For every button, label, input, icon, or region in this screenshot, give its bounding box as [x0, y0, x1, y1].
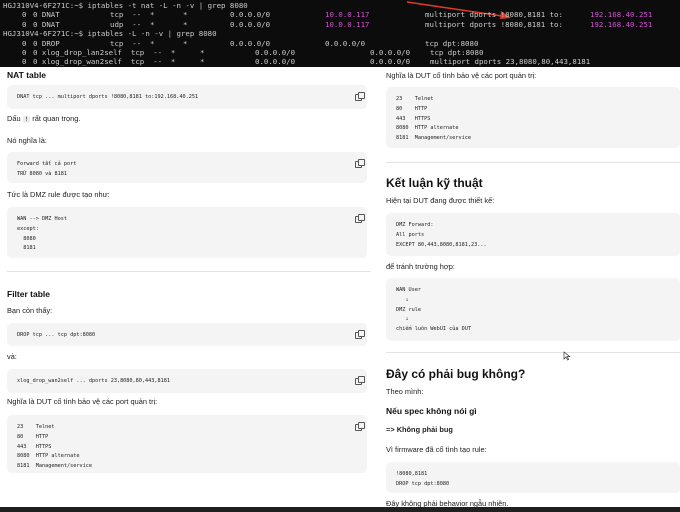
terminal-cell: tcp -- * [110, 38, 155, 48]
code-text: DMZ Forward: All ports EXCEPT 80,443,808… [396, 222, 487, 248]
terminal-output-line: 0 0 xlog_drop_lan2self tcp -- * * 0.0.0.0/0… [0, 48, 680, 57]
khong-phai-bug: => Không phải bug [386, 425, 453, 434]
va-text: và: [7, 352, 17, 361]
terminal-cell: 0 DNAT [33, 19, 60, 29]
copy-icon[interactable] [355, 159, 365, 168]
terminal-cell: 0.0.0.0/0 [230, 10, 271, 20]
code-block-ports: 23 Telnet 80 HTTP 443 HTTPS 8080 HTTP al… [7, 415, 367, 473]
terminal-cell: 10.0.0.117 [325, 19, 370, 29]
terminal-cell: multiport dports !8080,8181 to: [425, 10, 563, 20]
terminal-output-line: 0 0 DNAT tcp -- * * 0.0.0.0/0 10.0.0.117 multi… [0, 10, 680, 19]
terminal-window: HGJ310V4-6F271C:~$ iptables -t nat -L -n… [0, 0, 680, 67]
terminal-cell: tcp dpt:8080 [425, 38, 479, 48]
ket-luan-heading: Kết luận kỹ thuật [386, 176, 483, 190]
mouse-cursor-icon [563, 351, 571, 361]
code-text: 23 Telnet 80 HTTP 443 HTTPS 8080 HTTP al… [17, 424, 92, 470]
nghia-la-text: Nó nghĩa là: [7, 136, 47, 145]
de-tranh-text: để tránh trường hợp: [386, 262, 455, 271]
code-block-dmz: WAN --> DMZ Host except: 8080 8181 [7, 207, 367, 258]
terminal-cell: * [183, 19, 188, 29]
code-block-ports-right: 23 Telnet 80 HTTP 443 HTTPS 8080 HTTP al… [386, 87, 680, 148]
code-block-drop: DROP tcp ... tcp dpt:8080 [7, 323, 367, 346]
terminal-cell: * [183, 10, 188, 20]
chat-content: NAT table DNAT tcp ... multiport dports … [0, 66, 680, 512]
hien-tai-text: Hiện tại DUT đang được thiết kế: [386, 196, 495, 205]
theo-minh-text: Theo mình: [386, 387, 424, 396]
code-text: DROP tcp ... tcp dpt:8080 [17, 332, 96, 338]
terminal-cell: 10.0.0.117 [325, 10, 370, 20]
terminal-cell: * [183, 38, 188, 48]
code-block-rule: !8080,8181 DROP tcp dpt:8080 [386, 462, 680, 493]
dau-text: Dấu ! rất quan trọng. [7, 114, 81, 123]
taskbar-strip [0, 507, 680, 512]
terminal-cell: 0 xlog_drop_lan2self tcp -- * [33, 47, 176, 57]
dut-protect-text: Nghĩa là DUT cố tình bảo vệ các port quả… [7, 397, 158, 406]
dmz-intro-text: Tức là DMZ rule được tạo như: [7, 190, 110, 199]
terminal-cell: 0.0.0.0/0 [255, 47, 296, 57]
filter-table-heading: Filter table [7, 289, 50, 299]
terminal-cell: 0 [22, 38, 27, 48]
code-text: DNAT tcp ... multiport dports !8080,8181… [17, 94, 199, 100]
code-text: 23 Telnet 80 HTTP 443 HTTPS 8080 HTTP al… [396, 96, 471, 142]
terminal-cell: 192.168.40.251 [590, 10, 653, 20]
con-thay-text: Bạn còn thấy: [7, 306, 53, 315]
nat-table-heading: NAT table [7, 70, 47, 80]
terminal-cell: 0.0.0.0/0 [230, 38, 271, 48]
divider [7, 271, 371, 272]
copy-icon[interactable] [355, 376, 365, 385]
terminal-cell: 0.0.0.0/0 [325, 38, 366, 48]
code-text: WAN --> DMZ Host except: 8080 8181 [17, 216, 67, 252]
terminal-cell: HGJ310V4-6F271C:~$ iptables -t nat -L -n… [3, 1, 248, 10]
terminal-output-line: 0 0 DNAT udp -- * * 0.0.0.0/0 10.0.0.117 multi… [0, 20, 680, 29]
terminal-cell: 0 [22, 19, 27, 29]
terminal-cell: 0 [22, 10, 27, 20]
code-text: xlog_drop_wan2self ... dports 23,8080,80… [17, 378, 171, 384]
dut-protect-text-right: Nghĩa là DUT cố tình bảo vệ các port quả… [386, 71, 537, 80]
code-block-flow: WAN User ↓ DMZ rule ↓ chiếm luôn WebUI c… [386, 278, 680, 341]
copy-icon[interactable] [355, 214, 365, 223]
terminal-cell: 0.0.0.0/0 [230, 19, 271, 29]
code-block-dmz-forward: DMZ Forward: All ports EXCEPT 80,443,808… [386, 213, 680, 256]
terminal-cell: 0 DNAT [33, 10, 60, 20]
copy-icon[interactable] [355, 422, 365, 431]
terminal-cell: 192.168.40.251 [590, 19, 653, 29]
terminal-cell: * [200, 47, 205, 57]
copy-icon[interactable] [355, 92, 365, 101]
terminal-cell: tcp dpt:8080 [430, 47, 484, 57]
terminal-command-line: HGJ310V4-6F271C:~$ iptables -L -n -v | g… [0, 29, 680, 38]
terminal-cell: tcp -- * [110, 10, 155, 20]
code-text: !8080,8181 DROP tcp dpt:8080 [396, 471, 450, 487]
divider [386, 162, 680, 163]
divider [386, 352, 680, 353]
code-block-forward: Forward tất cả port TRỪ 8080 và 8181 [7, 152, 367, 183]
code-text: Forward tất cả port TRỪ 8080 và 8181 [17, 161, 77, 177]
terminal-command-line: HGJ310V4-6F271C:~$ iptables -t nat -L -n… [0, 1, 680, 10]
vi-firmware-text: Vì firmware đã cố tình tạo rule: [386, 445, 487, 454]
bug-heading: Đây có phải bug không? [386, 367, 526, 381]
code-text: WAN User ↓ DMZ rule ↓ chiếm luôn WebUI c… [396, 287, 471, 333]
code-block-dnat: DNAT tcp ... multiport dports !8080,8181… [7, 85, 367, 109]
spec-heading: Nếu spec không nói gì [386, 406, 477, 416]
copy-icon[interactable] [355, 330, 365, 339]
terminal-cell: 0 DROP [33, 38, 60, 48]
terminal-cell: multiport dports !8080,8181 to: [425, 19, 563, 29]
terminal-cell: 0.0.0.0/0 [370, 47, 411, 57]
terminal-cell: udp -- * [110, 19, 155, 29]
terminal-cell: 0 [22, 47, 27, 57]
terminal-output-line: 0 0 DROP tcp -- * * 0.0.0.0/0 0.0.0.0/0 tcp dp… [0, 39, 680, 48]
terminal-cell: HGJ310V4-6F271C:~$ iptables -L -n -v | g… [3, 29, 217, 39]
code-block-xlog: xlog_drop_wan2self ... dports 23,8080,80… [7, 369, 367, 393]
